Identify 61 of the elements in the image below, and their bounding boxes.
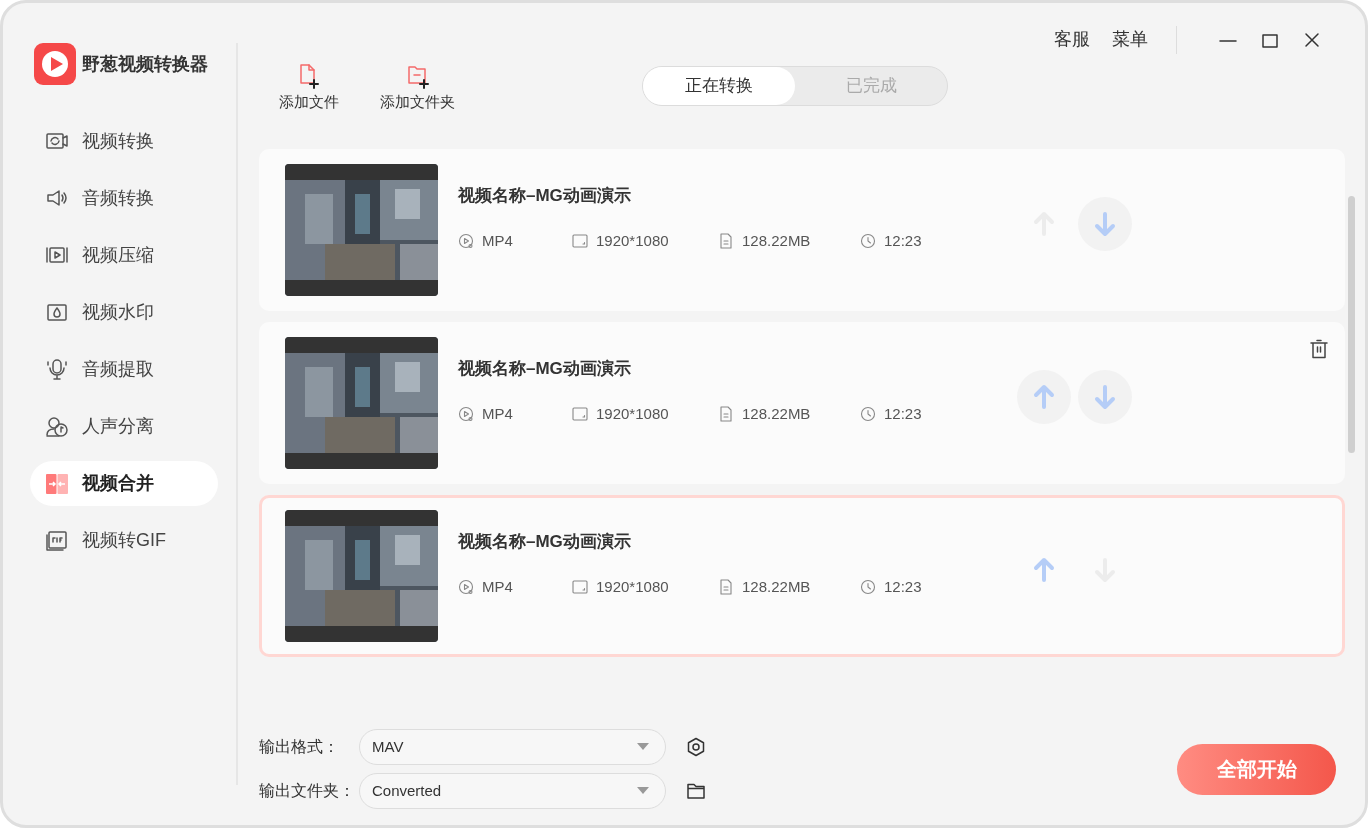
video-file-icon — [458, 406, 474, 423]
voice-separate-icon — [45, 414, 69, 439]
video-file-icon — [458, 579, 474, 596]
document-icon — [718, 579, 734, 596]
field-label: 输出格式： — [259, 737, 340, 757]
sidebar-item[interactable]: 视频转GIF — [30, 518, 218, 563]
trash-icon[interactable] — [1310, 338, 1328, 359]
resolution-text: 1920*1080 — [596, 404, 669, 424]
sidebar-item[interactable]: 人声分离 — [30, 404, 218, 449]
clock-icon — [860, 233, 876, 250]
logo-icon — [34, 43, 76, 85]
sidebar-item[interactable]: 视频转换 — [30, 119, 218, 164]
caret-icon — [637, 787, 649, 795]
tab[interactable]: 正在转换 — [643, 67, 795, 105]
header-link[interactable]: 菜单 — [1112, 26, 1148, 53]
frame-icon — [572, 406, 588, 423]
format-text: MP4 — [482, 404, 513, 424]
folder-icon[interactable] — [686, 781, 706, 801]
sidebar-item[interactable]: 音频提取 — [30, 347, 218, 392]
clock-icon — [860, 579, 876, 596]
file-card[interactable]: 视频名称–MG动画演示 MP4 1920*1080 128.22MB 12:23 — [259, 149, 1345, 311]
sidebar-item[interactable]: 视频水印 — [30, 290, 218, 335]
format-text: MP4 — [482, 577, 513, 597]
gif-icon — [45, 528, 69, 553]
sidebar-item[interactable]: 音频转换 — [30, 176, 218, 221]
frame-icon — [572, 233, 588, 250]
settings-icon[interactable] — [686, 737, 706, 757]
add-folder-button[interactable]: 添加文件夹 — [380, 63, 455, 114]
duration-text: 12:23 — [884, 404, 922, 424]
format-dropdown[interactable]: MAV — [359, 729, 666, 765]
header-link[interactable]: 客服 — [1054, 26, 1090, 53]
app-title: 野葱视频转换器 — [82, 52, 208, 76]
resolution-text: 1920*1080 — [596, 577, 669, 597]
size-text: 128.22MB — [742, 577, 811, 597]
scrollbar-thumb[interactable] — [1348, 196, 1355, 453]
document-icon — [718, 233, 734, 250]
file-title: 视频名称–MG动画演示 — [458, 530, 632, 553]
duration-text: 12:23 — [884, 577, 922, 597]
resolution-text: 1920*1080 — [596, 231, 669, 251]
folder-dropdown[interactable]: Converted — [359, 773, 666, 809]
frame-icon — [572, 579, 588, 596]
field-label: 输出文件夹： — [259, 781, 356, 801]
clock-icon — [860, 406, 876, 423]
microphone-icon — [45, 357, 69, 382]
add-folder-icon — [405, 63, 430, 89]
file-title: 视频名称–MG动画演示 — [458, 184, 632, 207]
file-title: 视频名称–MG动画演示 — [458, 357, 632, 380]
duration-text: 12:23 — [884, 231, 922, 251]
sidebar-item[interactable]: 视频压缩 — [30, 233, 218, 278]
format-text: MP4 — [482, 231, 513, 251]
add-file-button[interactable]: 添加文件 — [279, 63, 339, 114]
add-file-icon — [297, 63, 321, 89]
video-file-icon — [458, 233, 474, 250]
size-text: 128.22MB — [742, 404, 811, 424]
document-icon — [718, 406, 734, 423]
file-card[interactable]: 视频名称–MG动画演示 MP4 1920*1080 128.22MB 12:23 — [259, 322, 1345, 484]
sidebar-item[interactable]: 视频合并 — [30, 461, 218, 506]
file-card[interactable]: 视频名称–MG动画演示 MP4 1920*1080 128.22MB 12:23 — [259, 495, 1345, 657]
size-text: 128.22MB — [742, 231, 811, 251]
caret-icon — [637, 743, 649, 751]
merge-icon — [45, 471, 69, 496]
